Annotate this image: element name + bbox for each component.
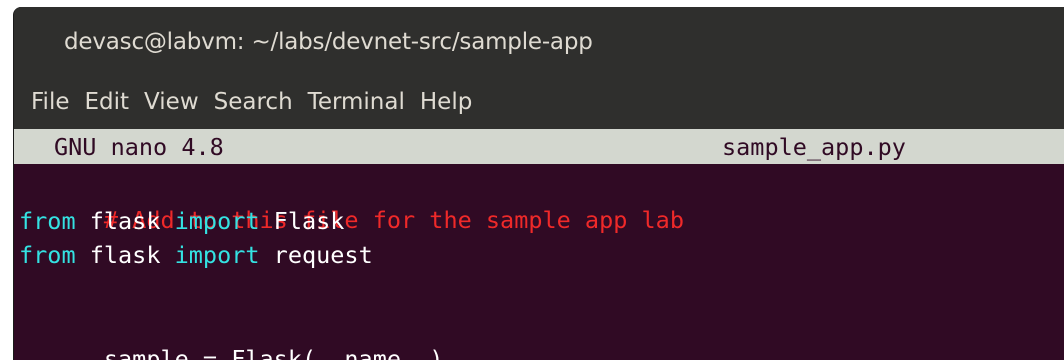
code-line-2: from flask import Flask bbox=[19, 205, 344, 238]
nano-filename: sample_app.py bbox=[722, 133, 906, 161]
menu-file[interactable]: File bbox=[31, 89, 70, 115]
code-assignment: sample = Flask(__name__) bbox=[103, 345, 444, 360]
module-name: flask bbox=[75, 207, 175, 235]
nano-header-bar: GNU nano 4.8 sample_app.py bbox=[14, 129, 1064, 164]
code-line-5: sample = Flask(__name__) bbox=[19, 310, 444, 360]
code-line-1: # Add to this file for the sample app la… bbox=[19, 171, 684, 234]
terminal-window: devasc@labvm: ~/labs/devnet-src/sample-a… bbox=[13, 7, 1064, 360]
module-name: flask bbox=[75, 241, 175, 269]
menu-bar: File Edit View Search Terminal Help bbox=[14, 75, 1064, 129]
window-titlebar[interactable]: devasc@labvm: ~/labs/devnet-src/sample-a… bbox=[14, 7, 1064, 75]
keyword-import: import bbox=[174, 241, 260, 269]
menu-edit[interactable]: Edit bbox=[85, 89, 130, 115]
menu-search[interactable]: Search bbox=[214, 89, 293, 115]
window-title: devasc@labvm: ~/labs/devnet-src/sample-a… bbox=[64, 29, 593, 55]
terminal-content[interactable]: GNU nano 4.8 sample_app.py # Add to this… bbox=[14, 129, 1064, 360]
menu-help[interactable]: Help bbox=[420, 89, 472, 115]
nano-version: GNU nano 4.8 bbox=[54, 133, 224, 161]
menu-view[interactable]: View bbox=[144, 89, 199, 115]
import-target: Flask bbox=[259, 207, 345, 235]
menu-terminal[interactable]: Terminal bbox=[308, 89, 405, 115]
keyword-import: import bbox=[174, 207, 260, 235]
keyword-from: from bbox=[19, 241, 76, 269]
keyword-from: from bbox=[19, 207, 76, 235]
import-target: request bbox=[259, 241, 373, 269]
code-line-3: from flask import request bbox=[19, 239, 373, 272]
